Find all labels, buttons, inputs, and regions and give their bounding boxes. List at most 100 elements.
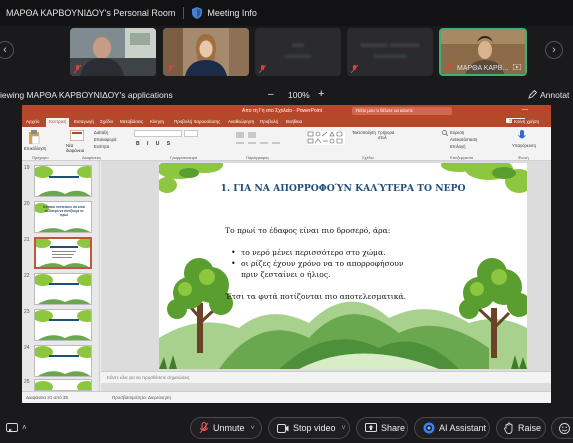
- tab-insert[interactable]: Εισαγωγή: [74, 119, 94, 124]
- layout-button[interactable]: Διάταξη: [94, 130, 108, 135]
- slide-thumbnails-pane: 19 20 Κάποιοι πιστεύουν ότι είναι καλύτε…: [22, 161, 100, 391]
- reactions-button[interactable]: [551, 417, 573, 439]
- slide-title[interactable]: 1. ΓΙΑ ΝΑ ΑΠΟΡΡΟΦΟΎΝ ΚΑΛΎΤΕΡΑ ΤΟ ΝΕΡΟ: [159, 183, 527, 194]
- tab-file[interactable]: Αρχείο: [26, 119, 39, 124]
- meeting-control-bar: ˄ Unmute ˅ Stop video ˅ Share AI Assista…: [0, 411, 573, 443]
- tab-design[interactable]: Σχέδιο: [100, 119, 113, 124]
- chevron-down-icon[interactable]: ˅: [251, 425, 255, 432]
- current-slide[interactable]: 1. ΓΙΑ ΝΑ ΑΠΟΡΡΟΦΟΎΝ ΚΑΛΎΤΕΡΑ ΤΟ ΝΕΡΟ Το…: [159, 163, 527, 369]
- participant-tile-active[interactable]: ΜΑΡΘΑ ΚΑΡΒ...: [439, 28, 527, 76]
- participant-tile[interactable]: xxxx xxxxxxxxx: [255, 28, 341, 76]
- minimize-icon[interactable]: —: [522, 107, 528, 113]
- mic-muted-icon: [167, 65, 174, 73]
- meeting-info-link[interactable]: Meeting Info: [207, 8, 257, 18]
- group-paragraph-label: Παράγραφος: [246, 155, 270, 160]
- share-ppt-button[interactable]: Κοινή χρήση: [512, 119, 542, 124]
- slide-thumbnail-selected[interactable]: [34, 237, 92, 269]
- group-drawing-label: Σχέδιο: [362, 155, 374, 160]
- search-icon: [442, 130, 448, 136]
- bullet-continuation: πριν ζεσταίνει ο ήλιος.: [241, 270, 331, 279]
- tab-home[interactable]: Κεντρική: [46, 118, 70, 127]
- video-camera-icon: [277, 423, 289, 433]
- chevron-up-icon[interactable]: ˄: [22, 423, 27, 432]
- unmute-label: Unmute: [213, 423, 245, 433]
- captions-icon[interactable]: [6, 423, 18, 433]
- slide-body-text[interactable]: Το πρωί το έδαφος είναι πιο δροσερό, άρα…: [225, 225, 485, 302]
- meeting-top-bar: ΜΑΡΘΑ ΚΑΡΒΟΥΝΙΔΟΥ's Personal Room Meetin…: [0, 0, 573, 26]
- zoom-out-button[interactable]: –: [268, 89, 274, 100]
- accessibility-status[interactable]: Προσβασιμότητα: Διερεύνηση: [112, 395, 171, 400]
- tab-transitions[interactable]: Μεταβάσεις: [120, 119, 143, 124]
- font-size-box[interactable]: [184, 130, 198, 137]
- mic-muted-icon: [351, 65, 358, 73]
- stop-video-button[interactable]: Stop video ˅: [268, 417, 350, 439]
- select-button[interactable]: Επιλογή: [450, 144, 465, 149]
- group-voice-label: Φωνή: [518, 155, 529, 160]
- participant-tile[interactable]: [70, 28, 156, 76]
- slide-thumbnail[interactable]: Κάποιοι πιστεύουν ότι είναι καλύτερο να …: [34, 201, 92, 233]
- ppt-search-box[interactable]: Πείτε μου τι θέλετε να κάνετε: [352, 107, 452, 115]
- slide-thumbnail[interactable]: [34, 273, 92, 305]
- group-slides-label: Διαφάνειες: [82, 155, 102, 160]
- share-screen-icon: [365, 423, 377, 432]
- ppt-ribbon-tabs: Αρχείο Κεντρική Εισαγωγή Σχέδιο Μεταβάσε…: [22, 117, 551, 127]
- tab-help[interactable]: Βοήθεια: [286, 119, 302, 124]
- tab-slideshow[interactable]: Προβολή παρουσίασης: [174, 119, 220, 124]
- bullet-item: • οι ρίζες έχουν χρόνο να το απορροφήσουν: [231, 258, 485, 269]
- replace-button[interactable]: Αντικατάσταση: [450, 137, 477, 142]
- find-button[interactable]: Εύρεση: [450, 130, 464, 135]
- chevron-down-icon[interactable]: ˅: [342, 425, 346, 432]
- mic-muted-icon: [74, 65, 81, 73]
- thumb-number: 22: [24, 273, 30, 279]
- paste-icon[interactable]: [28, 130, 40, 144]
- tab-review[interactable]: Αναθεώρηση: [228, 119, 254, 124]
- thumb-number: 23: [24, 309, 30, 315]
- participant-strip: ‹ xxxx xxxxxxxxx xxxxxxxxx xxxxxxxxxx xx…: [0, 26, 573, 82]
- slide-thumbnail[interactable]: [34, 309, 92, 341]
- notes-pane[interactable]: Κάντε κλικ για να προσθέσετε σημειώσεις: [101, 371, 551, 383]
- chevron-left-icon[interactable]: ‹: [0, 41, 14, 59]
- shapes-gallery[interactable]: [306, 130, 346, 146]
- stop-video-label: Stop video: [293, 423, 336, 433]
- reset-button[interactable]: Επαναφορά: [94, 137, 116, 142]
- new-slide-label[interactable]: Νέα διαφάνεια: [66, 143, 88, 153]
- chevron-right-icon[interactable]: ›: [545, 41, 563, 59]
- new-slide-icon[interactable]: [70, 130, 84, 141]
- raise-label: Raise: [518, 423, 542, 433]
- microphone-icon[interactable]: [518, 130, 526, 142]
- ai-assistant-icon: [423, 422, 435, 434]
- mic-muted-icon: [445, 63, 452, 71]
- slide-thumbnail[interactable]: [34, 379, 92, 391]
- share-button[interactable]: Share: [356, 417, 408, 439]
- arrange-button[interactable]: Τακτοποίηση: [352, 130, 376, 135]
- pen-icon[interactable]: [528, 90, 537, 99]
- group-font-label: Γραμματοσειρά: [170, 155, 198, 160]
- tab-view[interactable]: Προβολή: [260, 119, 278, 124]
- dictate-button[interactable]: Υπαγόρευση: [512, 143, 536, 148]
- participant-tile[interactable]: [163, 28, 249, 76]
- annotate-button[interactable]: Annotat: [540, 90, 569, 100]
- ai-assistant-button[interactable]: AI Assistant: [414, 417, 490, 439]
- raise-hand-button[interactable]: Raise: [496, 417, 546, 439]
- ppt-status-bar: Διαφάνεια 21 από 35 Προσβασιμότητα: Διερ…: [22, 391, 551, 403]
- slide-thumbnail[interactable]: [34, 165, 92, 197]
- ppt-window-title: Απο τη Γη στο Σχολείο - PowerPoint: [242, 108, 323, 114]
- section-button[interactable]: Ενότητα: [94, 144, 109, 149]
- share-label: Share: [381, 423, 406, 433]
- smiley-icon: [559, 422, 570, 434]
- font-name-box[interactable]: [134, 130, 182, 137]
- slide-thumbnail[interactable]: [34, 345, 92, 377]
- mic-muted-icon: [199, 422, 209, 434]
- thumb-number: 21: [24, 237, 30, 243]
- paste-label[interactable]: Επικόλληση: [24, 146, 46, 151]
- tab-animations[interactable]: Κίνηση: [150, 119, 164, 124]
- unmute-button[interactable]: Unmute ˅: [190, 417, 262, 439]
- paragraph-controls[interactable]: [234, 131, 288, 147]
- zoom-level: 100%: [288, 90, 310, 100]
- participant-tile[interactable]: xxxxxxxxx xxxxxxxxxx xxxxxxxxxxx: [347, 28, 433, 76]
- slide-editor: 1. ΓΙΑ ΝΑ ΑΠΟΡΡΟΦΟΎΝ ΚΑΛΎΤΕΡΑ ΤΟ ΝΕΡΟ Το…: [101, 161, 551, 391]
- zoom-in-button[interactable]: +: [318, 88, 324, 100]
- bullet-icon: •: [231, 259, 236, 268]
- font-format-buttons[interactable]: B I U S: [136, 141, 173, 147]
- quick-styles-button[interactable]: Γρήγορα στυλ: [378, 130, 398, 140]
